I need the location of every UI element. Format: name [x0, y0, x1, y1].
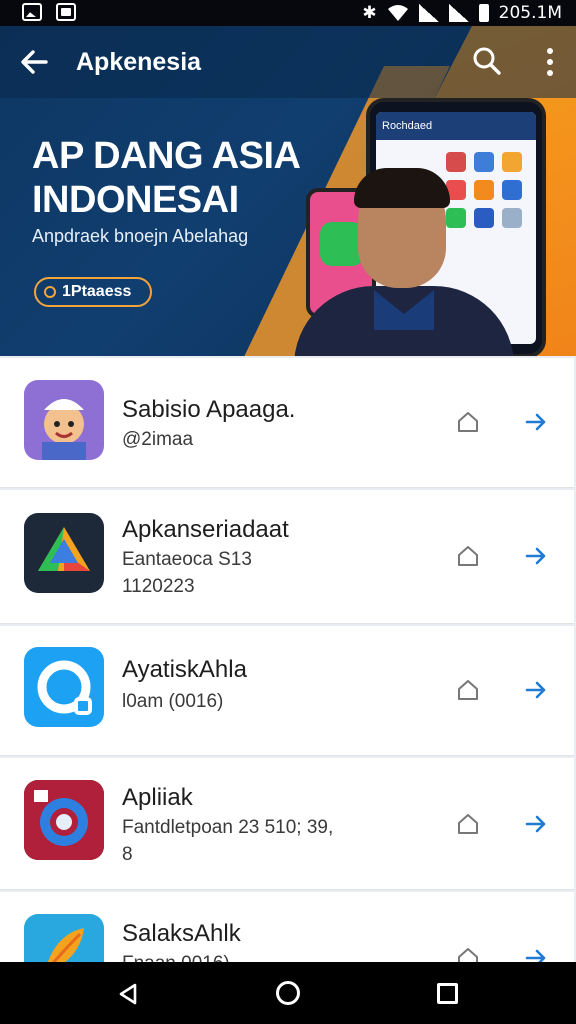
store-icon [56, 3, 76, 21]
circle-icon [44, 286, 56, 298]
home-icon[interactable] [456, 410, 480, 434]
signal-icon [418, 4, 439, 22]
app-name: Sabisio Apaaga. [122, 396, 296, 423]
banner-subtitle: Anpdraek bnoejn Abelahag [32, 226, 249, 246]
nav-home-icon[interactable] [276, 981, 300, 1005]
list-item[interactable]: Apliiak Fantdletpoan 23 510; 39, 8 [0, 758, 574, 890]
app-meta: Eantaeoca S13 1120223 [122, 546, 252, 600]
home-icon[interactable] [456, 812, 480, 836]
banner-button[interactable]: 1Ptaaess [34, 277, 152, 307]
arrow-right-icon[interactable] [524, 812, 548, 836]
app-name: AyatiskAhla [122, 656, 247, 683]
app-bar: Apkenesia [0, 26, 576, 98]
app-meta: l0am (0016) [122, 688, 223, 715]
swirl-logo-icon [24, 780, 104, 860]
app-name: SalaksAhlk [122, 920, 241, 947]
app-meta-line: 1120223 [122, 576, 195, 597]
more-vert-icon[interactable] [544, 46, 556, 78]
app-meta-line: Fantdletpoan 23 510; 39, [122, 817, 334, 838]
bluetooth-icon: ✱ [362, 3, 377, 23]
app-meta: Fnaan 0016) [122, 950, 230, 962]
list-item[interactable]: SalaksAhlk Fnaan 0016) [0, 892, 574, 962]
system-nav-bar [0, 962, 576, 1024]
app-meta: @2imaa [122, 426, 193, 453]
cartoon-boy-icon [24, 380, 104, 460]
app-title: Apkenesia [76, 48, 202, 76]
home-icon[interactable] [456, 544, 480, 568]
signal-icon [448, 4, 469, 22]
app-meta-line: @2imaa [122, 429, 194, 450]
banner-title: AP DANG ASIA INDONESAI [32, 134, 301, 222]
nav-back-icon[interactable] [116, 982, 140, 1006]
list-item[interactable]: AyatiskAhla l0am (0016) [0, 626, 574, 756]
battery-icon [478, 4, 489, 22]
list-item[interactable]: Sabisio Apaaga. @2imaa [0, 358, 574, 488]
person-photo [294, 166, 514, 356]
photo-icon [22, 3, 42, 21]
leaf-logo-icon [24, 914, 104, 962]
person-hair [354, 168, 450, 208]
status-time: 205.1M [498, 3, 562, 23]
arrow-right-icon[interactable] [524, 678, 548, 702]
home-icon[interactable] [456, 678, 480, 702]
arrow-right-icon[interactable] [524, 410, 548, 434]
banner-button-label: 1Ptaaess [62, 283, 132, 300]
arrow-right-icon[interactable] [524, 544, 548, 568]
wifi-icon [387, 5, 408, 21]
banner-title-line1: AP DANG ASIA [32, 135, 301, 177]
app-meta-line: Eantaeoca S13 [122, 549, 252, 570]
triangle-logo-icon [24, 513, 104, 593]
home-icon[interactable] [456, 946, 480, 962]
app-list: Sabisio Apaaga. @2imaa Apkanseriadaat Ea… [0, 358, 576, 962]
app-meta-line: l0am (0016) [122, 691, 224, 712]
status-bar: ✱ 205.1M [0, 0, 576, 26]
search-icon[interactable] [472, 46, 502, 76]
app-meta-line: Fnaan 0016) [122, 950, 230, 962]
nav-recents-icon[interactable] [437, 983, 458, 1004]
circle-logo-icon [24, 647, 104, 727]
arrow-right-icon[interactable] [524, 946, 548, 962]
banner-title-line2: INDONESAI [32, 179, 239, 221]
app-meta: Fantdletpoan 23 510; 39, 8 [122, 814, 333, 868]
hero-banner: Apkenesia AP DANG ASIA INDONESAI Anpdrae… [0, 26, 576, 356]
app-name: Apliiak [122, 784, 193, 811]
phone-header: Rochdaed [376, 112, 536, 140]
app-meta-line: 8 [122, 844, 133, 865]
list-item[interactable]: Apkanseriadaat Eantaeoca S13 1120223 [0, 490, 574, 624]
app-name: Apkanseriadaat [122, 516, 289, 543]
back-arrow-icon[interactable] [18, 46, 50, 78]
